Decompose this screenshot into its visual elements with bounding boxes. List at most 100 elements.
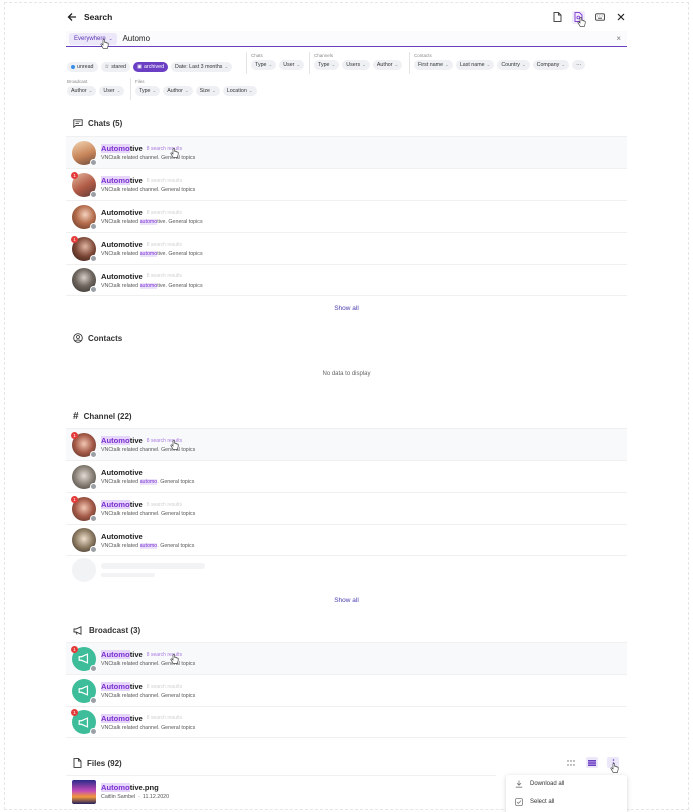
desc-highlight: automo <box>139 282 158 289</box>
chats-list: Automotive 8 search results VNCtalk relat… <box>66 136 627 296</box>
channel-result-row[interactable]: 1 Automotive 8 search results VNCtalk rel… <box>66 492 627 524</box>
chats-show-all-link[interactable]: Show all <box>66 305 627 312</box>
chat-icon <box>73 119 83 128</box>
filter-unread[interactable]: unread <box>67 62 98 72</box>
row-title: Automotive 8 search results <box>101 144 195 153</box>
close-icon[interactable] <box>614 11 627 24</box>
grid-view-icon[interactable] <box>565 757 577 768</box>
name-rest: Automotive <box>101 208 143 217</box>
channel-result-row[interactable]: Automotive VNCtalk related automo. Gener… <box>66 524 627 556</box>
channels-show-all-link[interactable]: Show all <box>66 597 627 604</box>
desc-pre: VNCtalk related <box>101 251 140 257</box>
file-author: Caitlin Sambel <box>101 794 136 800</box>
filter-files-author[interactable]: Author ⌄ <box>163 86 193 96</box>
filter-broadcast-author[interactable]: Author ⌄ <box>67 86 97 96</box>
chevron-down-icon: ⌄ <box>362 62 366 67</box>
filter-group-contacts: Contacts First name ⌄ Last name ⌄ Country ⌄… <box>414 52 586 70</box>
row-title: Automotive 8 search results <box>101 176 195 185</box>
filter-channels-users[interactable]: Users ⌄ <box>342 60 370 70</box>
hand-cursor-icon <box>170 148 179 158</box>
more-filters-button[interactable]: ··· <box>572 60 586 70</box>
filter-chats-user[interactable]: User ⌄ <box>279 60 305 70</box>
chip-label: ··· <box>576 62 582 68</box>
name-highlight: Automo <box>101 713 130 723</box>
arrow-left-icon[interactable] <box>66 11 78 23</box>
list-view-icon[interactable] <box>586 757 598 768</box>
chevron-down-icon: ⌄ <box>561 62 566 67</box>
filter-files-type[interactable]: Type ⌄ <box>135 86 161 96</box>
chevron-down-icon: ⌄ <box>394 62 399 67</box>
unread-badge: 1 <box>71 645 78 653</box>
filter-channels-author[interactable]: Author ⌄ <box>372 60 403 70</box>
scope-dropdown[interactable]: Everywhere ⌄ <box>69 32 118 45</box>
desc-post: tive. General topics <box>157 251 203 257</box>
unread-badge: 1 <box>71 709 78 716</box>
filter-broadcast-user[interactable]: User ⌄ <box>99 86 125 96</box>
clear-icon[interactable]: × <box>616 34 621 43</box>
keyboard-icon[interactable] <box>593 11 606 24</box>
search-input[interactable] <box>122 34 583 43</box>
filter-files-location[interactable]: Location ⌄ <box>222 86 257 96</box>
filter-contacts-country[interactable]: Country ⌄ <box>497 60 530 70</box>
filter-chats-type[interactable]: Type ⌄ <box>251 60 277 70</box>
chat-result-row[interactable]: Automotive 8 search results VNCtalk relat… <box>66 200 627 232</box>
row-title: Automotive 8 search results <box>101 713 195 723</box>
filter-channels-type[interactable]: Type ⌄ <box>314 60 340 70</box>
filter-files-size[interactable]: Size ⌄ <box>195 86 220 96</box>
download-all-menu-item[interactable]: Download all <box>506 775 627 793</box>
broadcast-result-row[interactable]: 1 Automotive 8 search results VNCtalk rel… <box>66 706 627 738</box>
checkbox-icon <box>515 798 523 806</box>
row-description: VNCtalk related channel. General topics <box>101 661 196 667</box>
chat-result-row[interactable]: 1 Automotive 8 search results VNCtalk rel… <box>66 232 627 264</box>
filter-stared[interactable]: ☆ stared <box>100 62 130 72</box>
chat-result-row[interactable]: Automotive 8 search results VNCtalk relat… <box>66 264 627 296</box>
files-options-menu: Download all Select all <box>506 775 627 812</box>
chip-label: First name <box>418 62 444 68</box>
file-icon[interactable] <box>551 11 564 24</box>
avatar: 1 <box>71 235 97 262</box>
filter-contacts-company[interactable]: Company ⌄ <box>532 60 570 70</box>
status-icon <box>90 728 97 735</box>
desc-post: tive. General topics <box>157 282 203 289</box>
name-highlight: Automo <box>101 500 130 509</box>
search-results-count: 8 search results <box>146 501 183 508</box>
broadcast-result-row[interactable]: Automotive 8 search results VNCtalk relat… <box>66 674 627 706</box>
chat-result-row[interactable]: 1 Automotive 8 search results VNCtalk rel… <box>66 168 627 200</box>
avatar <box>72 678 97 704</box>
filter-date[interactable]: Date: Last 3 months ⌄ <box>171 62 233 72</box>
section-title: Broadcast (3) <box>89 626 141 635</box>
chevron-down-icon: ⌄ <box>331 62 336 67</box>
chip-label: stared <box>111 64 126 70</box>
row-title: Automotive <box>101 468 194 477</box>
row-description: VNCtalk related automo. General topics <box>101 542 194 549</box>
search-results-count: 8 search results <box>146 715 183 721</box>
desc-highlight: automo <box>139 479 158 485</box>
chat-result-row[interactable]: Automotive 8 search results VNCtalk relat… <box>66 136 627 168</box>
meta-separator: · <box>138 794 140 800</box>
filter-archived[interactable]: ▣ archived <box>132 62 169 72</box>
chip-label: Type <box>139 88 151 94</box>
name-highlight: Automo <box>101 783 130 792</box>
broadcast-result-row[interactable]: 1 Automotive 8 search results VNCtalk rel… <box>66 642 627 674</box>
file-result-row[interactable]: Automotive.png Caitlin Sambel · 11.12.2020 <box>66 775 496 807</box>
channel-result-row[interactable]: 1 Automotive 8 search results VNCtalk rel… <box>66 428 627 460</box>
avatar <box>72 204 97 230</box>
row-description: VNCtalk related automotive. General topi… <box>101 251 203 257</box>
status-icon <box>90 158 97 166</box>
status-icon <box>90 546 97 553</box>
status-icon <box>90 664 97 672</box>
filter-contacts-first-name[interactable]: First name ⌄ <box>414 60 453 70</box>
search-results-count: 8 search results <box>146 177 183 184</box>
divider <box>309 52 310 74</box>
channel-result-row[interactable]: Automotive VNCtalk related automo. Gener… <box>66 460 627 492</box>
select-all-menu-item[interactable]: Select all <box>506 793 627 811</box>
row-description: VNCtalk related channel. General topics <box>101 187 196 193</box>
broadcast-list: 1 Automotive 8 search results VNCtalk rel… <box>66 642 627 738</box>
broadcast-section-header: Broadcast (3) <box>73 626 140 635</box>
search-results-count: 8 search results <box>146 683 183 690</box>
group-label: Chats <box>251 53 263 58</box>
chip-label: Size <box>199 88 210 94</box>
desc-pre: VNCtalk related <box>101 219 140 225</box>
filter-contacts-last-name[interactable]: Last name ⌄ <box>455 60 495 70</box>
chevron-down-icon: ⌄ <box>108 35 113 41</box>
